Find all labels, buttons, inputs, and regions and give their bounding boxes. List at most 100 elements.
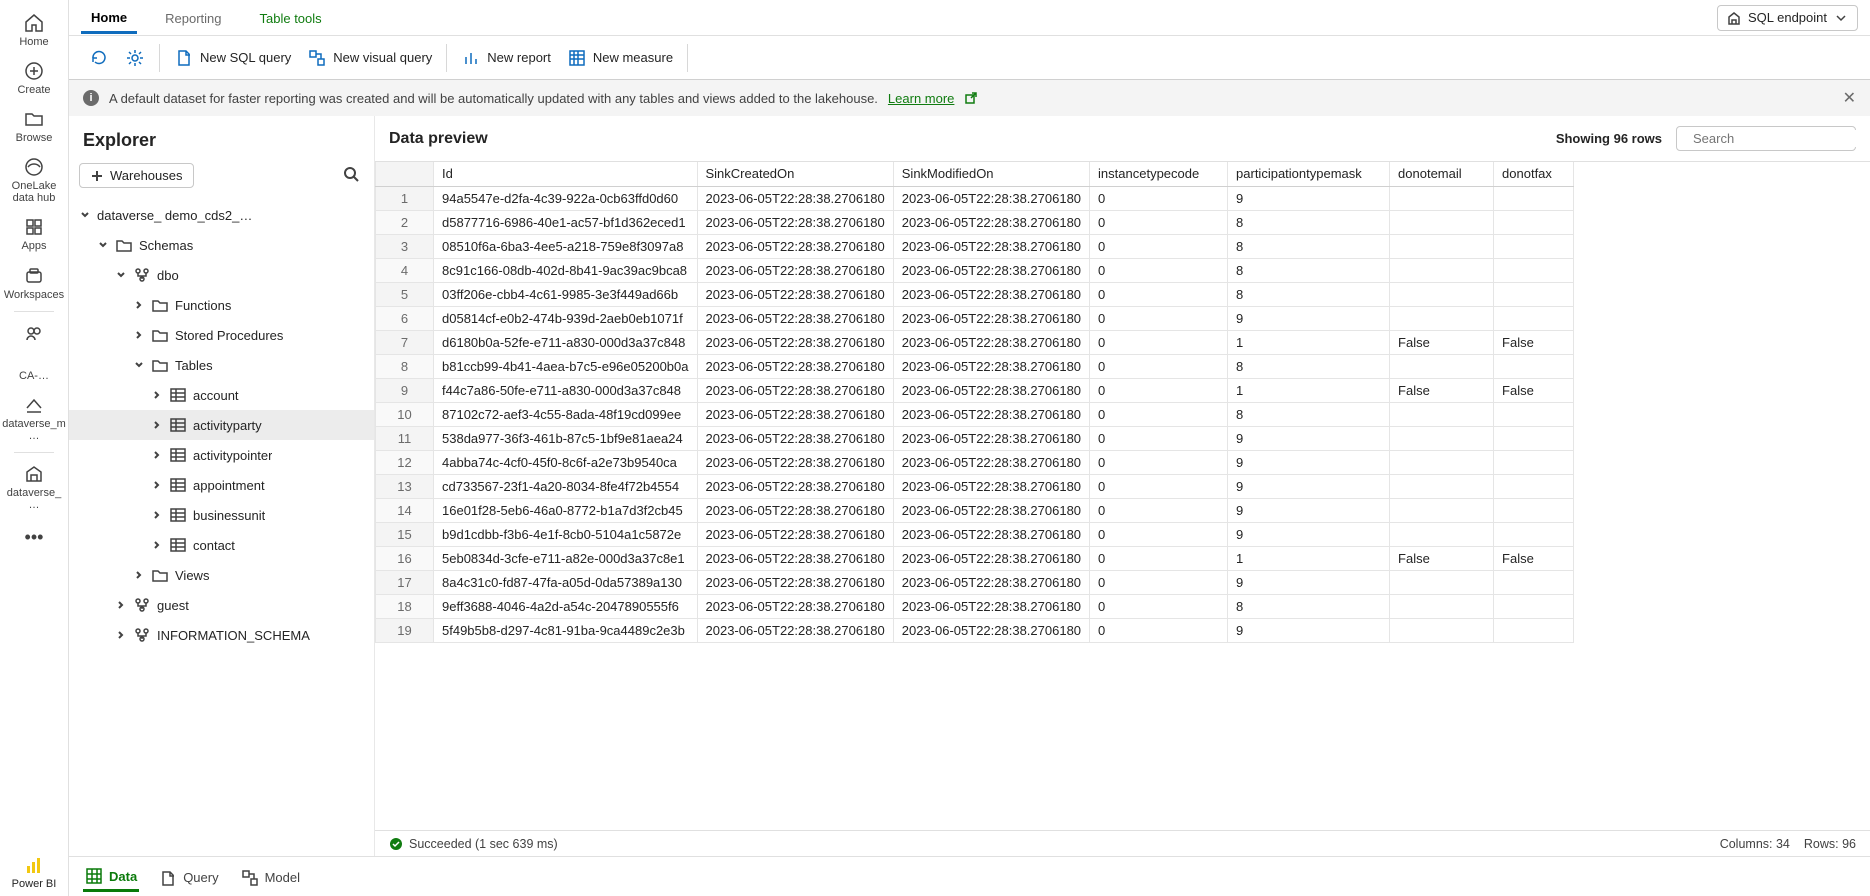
col-header-SinkModifiedOn[interactable]: SinkModifiedOn [893, 162, 1089, 186]
table-row[interactable]: 10 87102c72-aef3-4c55-8ada-48f19cd099ee … [376, 402, 1574, 426]
table-row[interactable]: 19 5f49b5b8-d297-4c81-91ba-9ca4489c2e3b … [376, 618, 1574, 642]
btab-query-label: Query [183, 870, 218, 885]
new-sql-query-button[interactable]: New SQL query [166, 44, 299, 72]
table-row[interactable]: 9 f44c7a86-50fe-e711-a830-000d3a37c848 2… [376, 378, 1574, 402]
tree-dbo[interactable]: dbo [69, 260, 374, 290]
tree-table-activitypointer[interactable]: activitypointer [69, 440, 374, 470]
new-visual-query-button[interactable]: New visual query [299, 44, 440, 72]
rail-ws-icon[interactable] [0, 316, 68, 364]
preview-search[interactable] [1676, 126, 1856, 151]
rail-home[interactable]: Home [0, 6, 68, 54]
tree-schemas[interactable]: Schemas [69, 230, 374, 260]
col-header-SinkCreatedOn[interactable]: SinkCreatedOn [697, 162, 893, 186]
tree-tables[interactable]: Tables [69, 350, 374, 380]
btab-query[interactable]: Query [157, 863, 220, 891]
table-row[interactable]: 5 03ff206e-cbb4-4c61-9985-3e3f449ad66b 2… [376, 282, 1574, 306]
row-number: 14 [376, 498, 434, 522]
chevron-right-icon [133, 329, 145, 341]
sql-endpoint-label: SQL endpoint [1748, 10, 1827, 25]
tree-table-contact[interactable]: contact [69, 530, 374, 560]
settings-button[interactable] [117, 44, 153, 72]
col-header-donotfax[interactable]: donotfax [1494, 162, 1574, 186]
data-grid[interactable]: IdSinkCreatedOnSinkModifiedOninstancetyp… [375, 161, 1870, 830]
table-row[interactable]: 1 94a5547e-d2fa-4c39-922a-0cb63ffd0d60 2… [376, 186, 1574, 210]
table-row[interactable]: 4 8c91c166-08db-402d-8b41-9ac39ac9bca8 2… [376, 258, 1574, 282]
rail-ca[interactable]: CA-… [0, 364, 68, 388]
banner-close-button[interactable]: ✕ [1843, 88, 1856, 108]
warehouses-button[interactable]: Warehouses [79, 163, 194, 188]
cell-sinkmodifiedon: 2023-06-05T22:28:38.2706180 [893, 378, 1089, 402]
toolbar-sep-3 [687, 44, 688, 72]
warehouses-label: Warehouses [110, 168, 183, 183]
cell-donotemail: False [1390, 546, 1494, 570]
rail-dataverse[interactable]: dataverse_… [0, 457, 68, 517]
tree-guest[interactable]: guest [69, 590, 374, 620]
cell-donotfax [1494, 210, 1574, 234]
row-number: 19 [376, 618, 434, 642]
table-row[interactable]: 8 b81ccb99-4b41-4aea-b7c5-e96e05200b0a 2… [376, 354, 1574, 378]
rail-browse[interactable]: Browse [0, 102, 68, 150]
table-row[interactable]: 3 08510f6a-6ba3-4ee5-a218-759e8f3097a8 2… [376, 234, 1574, 258]
workspaces-icon [23, 265, 45, 287]
refresh-button[interactable] [81, 44, 117, 72]
rail-more[interactable]: ••• [25, 517, 44, 558]
col-header-donotemail[interactable]: donotemail [1390, 162, 1494, 186]
table-row[interactable]: 6 d05814cf-e0b2-474b-939d-2aeb0eb1071f 2… [376, 306, 1574, 330]
tree-functions[interactable]: Functions [69, 290, 374, 320]
table-row[interactable]: 11 538da977-36f3-461b-87c5-1bf9e81aea24 … [376, 426, 1574, 450]
tree-database[interactable]: dataverse_ demo_cds2_… [69, 200, 374, 230]
tree-stored[interactable]: Stored Procedures [69, 320, 374, 350]
sql-endpoint-dropdown[interactable]: SQL endpoint [1717, 5, 1858, 31]
cell-participationtypemask: 8 [1228, 594, 1390, 618]
rail-create[interactable]: Create [0, 54, 68, 102]
table-row[interactable]: 16 5eb0834d-3cfe-e711-a82e-000d3a37c8e1 … [376, 546, 1574, 570]
folder-icon [115, 236, 133, 254]
data-grid-icon [85, 867, 103, 885]
btab-model[interactable]: Model [239, 863, 302, 891]
cell-donotfax [1494, 402, 1574, 426]
rail-dataverse-m[interactable]: dataverse_m… [0, 388, 68, 448]
col-header-instancetypecode[interactable]: instancetypecode [1090, 162, 1228, 186]
tree-table-activityparty[interactable]: activityparty [69, 410, 374, 440]
table-row[interactable]: 2 d5877716-6986-40e1-ac57-bf1d362eced1 2… [376, 210, 1574, 234]
new-report-button[interactable]: New report [453, 44, 559, 72]
rail-powerbi[interactable]: Power BI [12, 856, 57, 890]
table-row[interactable]: 13 cd733567-23f1-4a20-8034-8fe4f72b4554 … [376, 474, 1574, 498]
tab-tabletools[interactable]: Table tools [250, 3, 332, 32]
top-tabs: Home Reporting Table tools SQL endpoint [69, 0, 1870, 36]
rail-apps[interactable]: Apps [0, 210, 68, 258]
cell-participationtypemask: 8 [1228, 402, 1390, 426]
tree-table-account[interactable]: account [69, 380, 374, 410]
cell-participationtypemask: 9 [1228, 426, 1390, 450]
row-number: 18 [376, 594, 434, 618]
row-number: 6 [376, 306, 434, 330]
rail-workspaces[interactable]: Workspaces [0, 259, 68, 307]
tree-views[interactable]: Views [69, 560, 374, 590]
table-row[interactable]: 17 8a4c31c0-fd87-47fa-a05d-0da57389a130 … [376, 570, 1574, 594]
col-header-participationtypemask[interactable]: participationtypemask [1228, 162, 1390, 186]
tree-table-businessunit[interactable]: businessunit [69, 500, 374, 530]
table-row[interactable]: 15 b9d1cdbb-f3b6-4e1f-8cb0-5104a1c5872e … [376, 522, 1574, 546]
row-number: 5 [376, 282, 434, 306]
col-header-Id[interactable]: Id [434, 162, 698, 186]
row-number: 4 [376, 258, 434, 282]
table-row[interactable]: 18 9eff3688-4046-4a2d-a54c-2047890555f6 … [376, 594, 1574, 618]
table-row[interactable]: 7 d6180b0a-52fe-e711-a830-000d3a37c848 2… [376, 330, 1574, 354]
preview-search-input[interactable] [1691, 130, 1870, 147]
tree-table-appointment[interactable]: appointment [69, 470, 374, 500]
cell-id: 8a4c31c0-fd87-47fa-a05d-0da57389a130 [434, 570, 698, 594]
table-row[interactable]: 14 16e01f28-5eb6-46a0-8772-b1a7d3f2cb45 … [376, 498, 1574, 522]
table-row[interactable]: 12 4abba74c-4cf0-45f0-8c6f-a2e73b9540ca … [376, 450, 1574, 474]
new-measure-button[interactable]: New measure [559, 44, 681, 72]
btab-data[interactable]: Data [83, 861, 139, 892]
explorer-search-button[interactable] [338, 161, 364, 190]
tab-reporting[interactable]: Reporting [155, 3, 231, 32]
chevron-right-icon [151, 479, 163, 491]
cell-id: d05814cf-e0b2-474b-939d-2aeb0eb1071f [434, 306, 698, 330]
tree-infoschema[interactable]: INFORMATION_SCHEMA [69, 620, 374, 650]
tab-home[interactable]: Home [81, 2, 137, 34]
new-sql-label: New SQL query [200, 50, 291, 65]
cell-sinkmodifiedon: 2023-06-05T22:28:38.2706180 [893, 522, 1089, 546]
learn-more-link[interactable]: Learn more [888, 91, 954, 106]
rail-onelake[interactable]: OneLake data hub [0, 150, 68, 210]
